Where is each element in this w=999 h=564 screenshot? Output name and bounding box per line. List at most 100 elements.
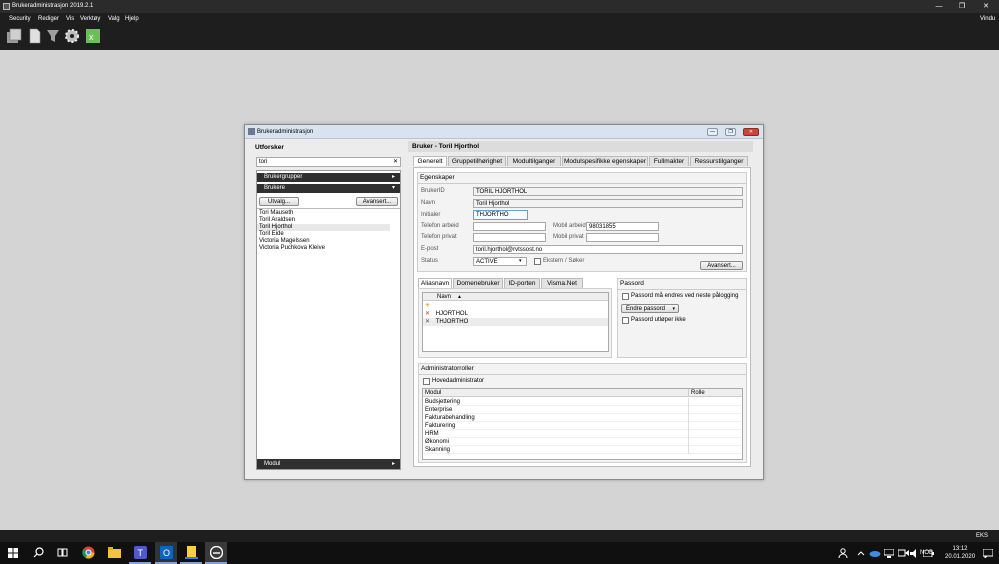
table-row[interactable]: Enterprise (423, 406, 742, 414)
table-row[interactable]: HRM (423, 430, 742, 438)
tab-modultilganger[interactable]: Modultilganger (507, 156, 561, 166)
delete-icon[interactable]: ✕ (425, 311, 430, 317)
dialog-close-button[interactable]: ✕ (743, 128, 759, 136)
select-button[interactable]: Utvalg... (259, 197, 299, 206)
tlf-privat-field[interactable] (473, 233, 546, 242)
sort-asc-icon: ▲ (457, 294, 462, 300)
dialog-minimize-button[interactable]: — (707, 128, 718, 136)
users-icon[interactable] (6, 28, 22, 44)
minimize-button[interactable]: — (930, 0, 948, 13)
menu-vis[interactable]: Vis (66, 13, 74, 25)
initialer-field[interactable]: THJORTHO (473, 210, 528, 220)
chrome-icon[interactable] (77, 542, 99, 564)
user-header: Bruker - Toril Hjorthol (408, 141, 753, 152)
explorer-search-input[interactable]: tori (256, 157, 401, 167)
outlook-icon[interactable]: O (155, 542, 177, 564)
app-icon[interactable] (180, 542, 202, 564)
main-admin-checkbox[interactable] (423, 378, 430, 385)
epost-field[interactable]: toril.hjorthol@rvtssost.no (473, 245, 743, 254)
user-list: Tori Mauseth Toril Araldsen Toril Hjorth… (257, 208, 400, 458)
tab-ressurstilganger[interactable]: Ressurstilganger (690, 156, 748, 166)
clear-search-icon[interactable]: ✕ (391, 157, 400, 167)
list-item[interactable]: Tori Mauseth (259, 210, 293, 217)
gear-icon[interactable] (64, 28, 80, 44)
must-change-checkbox[interactable] (622, 293, 629, 300)
tab-fullmakter[interactable]: Fullmakter (649, 156, 689, 166)
chevron-up-icon[interactable] (854, 542, 868, 564)
table-row[interactable]: Fakturabehandling (423, 414, 742, 422)
table-row[interactable]: ✕ HJORTHOL (423, 310, 608, 318)
document-icon[interactable] (27, 28, 43, 44)
input-language[interactable]: NOB (920, 542, 933, 564)
tab-idporten[interactable]: ID-porten (504, 278, 540, 288)
filter-icon[interactable] (45, 28, 61, 44)
list-item[interactable]: Toril Araldsen (259, 217, 295, 224)
tlf-arbeid-field[interactable] (473, 222, 546, 231)
task-view-icon[interactable] (51, 542, 73, 564)
change-password-button[interactable]: Endre passord ▾ (621, 304, 679, 313)
tab-domenebruker[interactable]: Domenebruker (453, 278, 503, 288)
menu-valg[interactable]: Valg (108, 13, 120, 25)
never-expires-checkbox[interactable] (622, 317, 629, 324)
list-item[interactable]: Victoria Magelssen (259, 238, 310, 245)
group-modul[interactable]: Modul ▸ (257, 459, 400, 469)
col-modul[interactable]: Modul (425, 389, 441, 397)
alias-new-row[interactable]: ✳ (423, 302, 608, 310)
dialog-restore-button[interactable]: ❐ (725, 128, 736, 136)
list-item[interactable]: Victoria Puchkova Kleive (259, 245, 325, 252)
restore-button[interactable]: ❐ (953, 0, 971, 13)
table-row[interactable]: Fakturering (423, 422, 742, 430)
menu-security[interactable]: Security (9, 13, 31, 25)
brukerid-label: BrukerID (421, 188, 445, 194)
chevron-right-icon: ▸ (391, 174, 395, 180)
menu-verktoy[interactable]: Verktøy (80, 13, 100, 25)
navn-field[interactable]: Toril Hjorthol (473, 199, 743, 208)
list-item[interactable]: Toril Eide (259, 231, 284, 238)
initialer-label: Initialer (421, 212, 441, 218)
search-icon[interactable] (27, 542, 49, 564)
user-advanced-button[interactable]: Avansert... (700, 261, 743, 270)
mobil-arbeid-field[interactable]: 98031855 (586, 222, 659, 231)
list-item-selected[interactable]: Toril Hjorthol (257, 224, 390, 231)
network-icon[interactable] (882, 542, 896, 564)
table-row[interactable]: Økonomi (423, 438, 742, 446)
tab-vismanet[interactable]: Visma.Net (541, 278, 583, 288)
table-row[interactable]: ✕ THJORTHO (423, 318, 608, 326)
alias-col-navn[interactable]: Navn (437, 293, 451, 301)
brukerid-field[interactable]: TORIL HJORTHOL (473, 187, 743, 196)
menu-rediger[interactable]: Rediger (38, 13, 59, 25)
table-row[interactable]: Skanning (423, 446, 742, 454)
delete-icon[interactable]: ✕ (425, 319, 430, 325)
menu-hjelp[interactable]: Hjelp (125, 13, 139, 25)
teams-icon[interactable]: T (129, 542, 151, 564)
chevron-right-icon: ▸ (391, 461, 395, 467)
ekstern-checkbox[interactable] (534, 258, 541, 265)
menu-vindu[interactable]: Vindu (980, 13, 995, 25)
group-brukergrupper[interactable]: Brukergrupper ▸ (257, 173, 400, 182)
close-button[interactable]: ✕ (977, 0, 995, 13)
onedrive-icon[interactable] (868, 542, 882, 564)
dialog-icon (248, 128, 255, 135)
col-rolle[interactable]: Rolle (688, 389, 705, 397)
group-brukere[interactable]: Brukere ▾ (257, 184, 400, 193)
tab-aliasnavn[interactable]: Aliasnavn (418, 278, 452, 288)
mobil-privat-field[interactable] (586, 233, 659, 242)
clock-time[interactable]: 13:12 (945, 545, 975, 553)
people-icon[interactable] (836, 542, 850, 564)
table-row[interactable]: Budsjettering (423, 398, 742, 406)
dialog-titlebar[interactable]: Brukeradministrasjon — ❐ ✕ (245, 125, 763, 139)
explorer-panel: Brukergrupper ▸ Brukere ▾ Utvalg... Avan… (256, 170, 401, 470)
app-title: Brukeradministrasjon 2019.2.1 (12, 3, 94, 9)
edge-icon[interactable] (205, 542, 227, 564)
excel-icon[interactable]: x (85, 28, 101, 44)
tab-modulspesifikke[interactable]: Modulspesifikke egenskaper (562, 156, 648, 166)
tab-gruppetilhorighet[interactable]: Gruppetilhørighet (448, 156, 506, 166)
notification-icon[interactable] (980, 542, 996, 564)
explorer-header: Utforsker (255, 144, 284, 151)
windows-icon[interactable] (2, 542, 24, 564)
clock-date[interactable]: 20.01.2020 (945, 553, 975, 561)
file-explorer-icon[interactable] (103, 542, 125, 564)
epost-label: E-post (421, 246, 439, 252)
explorer-advanced-button[interactable]: Avansert... (356, 197, 398, 206)
tab-generelt[interactable]: Generelt (413, 156, 447, 166)
